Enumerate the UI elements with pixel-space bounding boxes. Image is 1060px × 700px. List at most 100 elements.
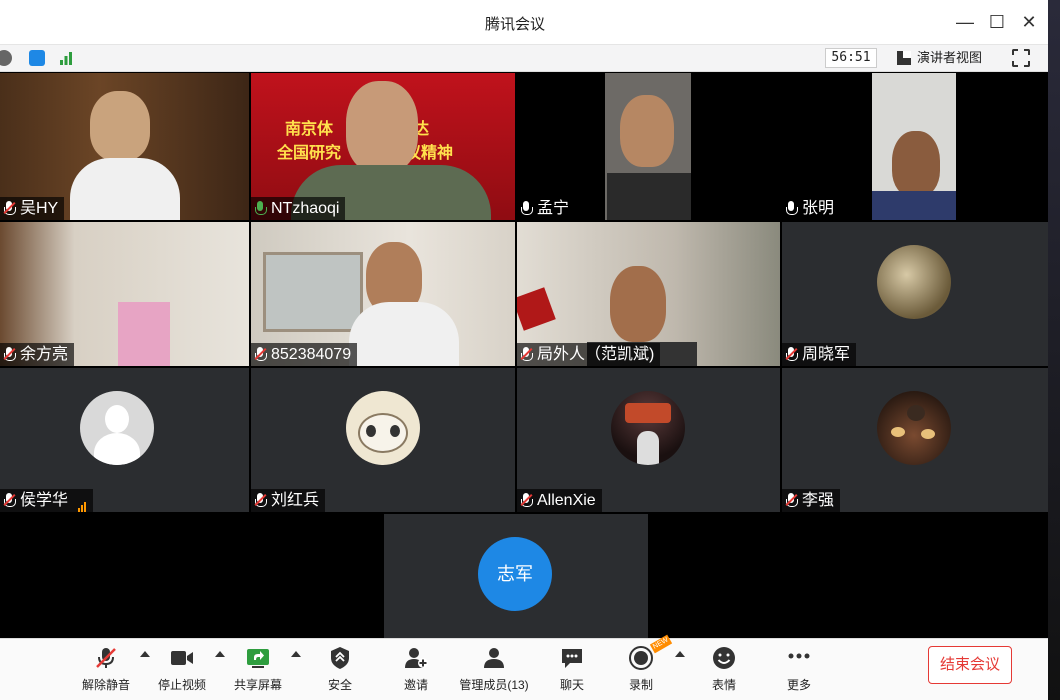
share-options-caret[interactable] [291, 651, 301, 657]
signal-icon[interactable] [58, 50, 74, 66]
chat-button[interactable]: 聊天 [542, 644, 602, 696]
participant-tile[interactable]: AllenXie [517, 368, 780, 512]
shield-icon [331, 647, 349, 669]
fullscreen-icon[interactable] [1012, 49, 1030, 67]
speaking-signal-icon [78, 489, 87, 512]
members-icon [484, 648, 504, 668]
record-button[interactable]: 录制 [611, 644, 671, 696]
title-bar: 腾讯会议 — ☐ ✕ [0, 0, 1048, 45]
window-title: 腾讯会议 [484, 16, 545, 33]
participant-name: 张明 [802, 200, 835, 217]
participant-name-tag: 李强 [782, 489, 841, 512]
participant-name: 李强 [802, 492, 835, 509]
avatar [877, 245, 951, 319]
participant-name-tag: 张明 [782, 197, 841, 220]
participant-name: 刘红兵 [271, 492, 320, 509]
participant-name: AllenXie [537, 492, 596, 509]
participant-body [70, 158, 180, 220]
participant-tile[interactable]: 周晓军 [782, 222, 1048, 366]
record-options-caret[interactable] [675, 651, 685, 657]
audio-options-caret[interactable] [140, 651, 150, 657]
unmute-label: 解除静音 [81, 678, 130, 692]
participant-face [90, 91, 150, 161]
participant-name-tag: 852384079 [251, 343, 358, 366]
info-icon[interactable] [0, 50, 12, 66]
participant-name-tag: 孟宁 [517, 197, 576, 220]
shield-icon[interactable] [29, 50, 45, 66]
reactions-label: 表情 [711, 678, 736, 692]
stop-video-button[interactable]: 停止视频 [152, 644, 212, 696]
participant-name: NTzhaoqi [271, 200, 340, 217]
tea-avatar [877, 391, 951, 465]
chat-bubble-icon [562, 649, 582, 668]
speaker-view-icon [897, 51, 911, 65]
participant-tile[interactable]: 张明 [782, 73, 1048, 220]
meeting-toolbar: 解除静音 停止视频 共享屏幕 安全 邀请 管理成员(13) 聊天 录制 NEW … [0, 634, 1048, 700]
manage-members-button[interactable]: 管理成员(13) [456, 644, 532, 696]
share-screen-button[interactable]: 共享屏幕 [228, 644, 288, 696]
add-user-icon [405, 648, 428, 668]
participant-tile[interactable]: 侯学华 [0, 368, 249, 512]
participant-name: 周晓军 [802, 346, 851, 363]
security-button[interactable]: 安全 [310, 644, 370, 696]
participant-tile[interactable]: 余方亮 [0, 222, 249, 366]
participant-name-tag: 吴HY [0, 197, 65, 220]
smiley-icon [713, 647, 735, 669]
participant-name: 852384079 [271, 346, 352, 363]
participant-tile[interactable]: 孟宁 [517, 73, 780, 220]
participant-name: 吴HY [20, 200, 59, 217]
invite-button[interactable]: 邀请 [386, 644, 446, 696]
video-options-caret[interactable] [215, 651, 225, 657]
speaker-view-button[interactable]: 演讲者视图 [895, 48, 982, 68]
close-button[interactable]: ✕ [1016, 10, 1042, 34]
participant-name-tag: 刘红兵 [251, 489, 326, 512]
initials-avatar: 志军 [478, 537, 552, 611]
manage-members-label: 管理成员(13) [459, 678, 529, 692]
participant-name: 局外人（范凯斌) [537, 346, 655, 363]
participant-name: 孟宁 [537, 200, 570, 217]
chat-label: 聊天 [559, 678, 584, 692]
mic-off-icon [96, 648, 116, 668]
video-grid: 吴HY 南京体 习传达 全国研究 会议精神 NTzhaoqi 孟宁 [0, 73, 1048, 638]
participant-body [349, 302, 459, 366]
participant-body [607, 173, 691, 220]
participant-name-tag: 局外人（范凯斌) [517, 343, 661, 366]
participant-tile[interactable]: 852384079 [251, 222, 515, 366]
share-screen-icon [247, 649, 269, 668]
participant-face [620, 95, 674, 167]
participant-tile[interactable]: 吴HY [0, 73, 249, 220]
participant-name-tag: 余方亮 [0, 343, 75, 366]
minimize-button[interactable]: — [952, 10, 978, 34]
participant-name-tag: 周晓军 [782, 343, 857, 366]
participant-name-tag: 侯学华 [0, 489, 94, 512]
more-button[interactable]: 更多 [769, 644, 829, 696]
default-avatar [80, 391, 154, 465]
participant-face [346, 81, 418, 173]
participant-body [872, 191, 956, 220]
participant-tile[interactable]: 李强 [782, 368, 1048, 512]
participant-tile[interactable]: 志军 [384, 514, 648, 638]
maximize-button[interactable]: ☐ [984, 10, 1010, 34]
stop-video-label: 停止视频 [157, 678, 206, 692]
participant-name: 余方亮 [20, 346, 69, 363]
avatar [611, 391, 685, 465]
participant-tile[interactable]: 刘红兵 [251, 368, 515, 512]
window-frame [263, 252, 363, 332]
participant-tile[interactable]: 局外人（范凯斌) [517, 222, 780, 366]
participant-tile[interactable]: 南京体 习传达 全国研究 会议精神 NTzhaoqi [251, 73, 515, 220]
record-label: 录制 [628, 678, 653, 692]
desktop-background [1048, 0, 1060, 700]
more-label: 更多 [786, 678, 811, 692]
invite-label: 邀请 [403, 678, 428, 692]
more-dots-icon [788, 653, 810, 659]
mic-icon [521, 201, 533, 216]
mic-on-icon [255, 201, 267, 216]
unmute-button[interactable]: 解除静音 [76, 644, 136, 696]
end-meeting-button[interactable]: 结束会议 [928, 646, 1012, 684]
reactions-button[interactable]: 表情 [694, 644, 754, 696]
info-bar: 56:51 演讲者视图 [0, 45, 1048, 72]
cat-avatar [346, 391, 420, 465]
share-screen-label: 共享屏幕 [233, 678, 282, 692]
participant-face [610, 266, 666, 342]
security-label: 安全 [327, 678, 352, 692]
